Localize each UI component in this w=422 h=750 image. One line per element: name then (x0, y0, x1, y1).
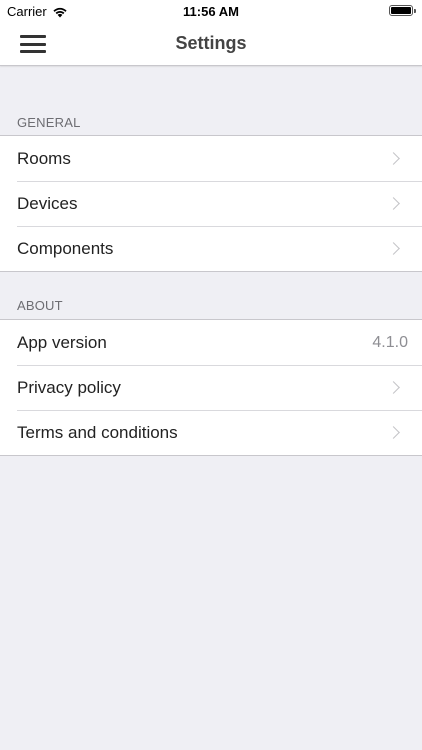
general-group: Rooms Devices Components (0, 135, 422, 272)
navigation-bar: Settings (0, 22, 422, 66)
chevron-right-icon (387, 197, 400, 210)
rooms-label: Rooms (17, 148, 71, 168)
status-bar: Carrier 11:56 AM (0, 0, 422, 22)
chevron-right-icon (387, 426, 400, 439)
about-group: App version 4.1.0 Privacy policy Terms a… (0, 319, 422, 456)
terms-label: Terms and conditions (17, 422, 178, 442)
devices-row[interactable]: Devices (0, 181, 422, 226)
section-header-general: GENERAL (17, 115, 81, 130)
app-version-value: 4.1.0 (372, 333, 408, 351)
privacy-policy-label: Privacy policy (17, 377, 121, 397)
status-time: 11:56 AM (183, 4, 239, 19)
components-row[interactable]: Components (0, 226, 422, 271)
section-header-about: ABOUT (17, 298, 63, 313)
page-title: Settings (175, 33, 247, 53)
app-version-label: App version (17, 332, 107, 352)
privacy-policy-row[interactable]: Privacy policy (0, 365, 422, 410)
terms-row[interactable]: Terms and conditions (0, 410, 422, 455)
chevron-right-icon (387, 381, 400, 394)
chevron-right-icon (387, 242, 400, 255)
battery-icon (389, 5, 416, 16)
components-label: Components (17, 238, 114, 258)
app-version-row: App version 4.1.0 (0, 320, 422, 365)
devices-label: Devices (17, 193, 78, 213)
rooms-row[interactable]: Rooms (0, 136, 422, 181)
chevron-right-icon (387, 152, 400, 165)
